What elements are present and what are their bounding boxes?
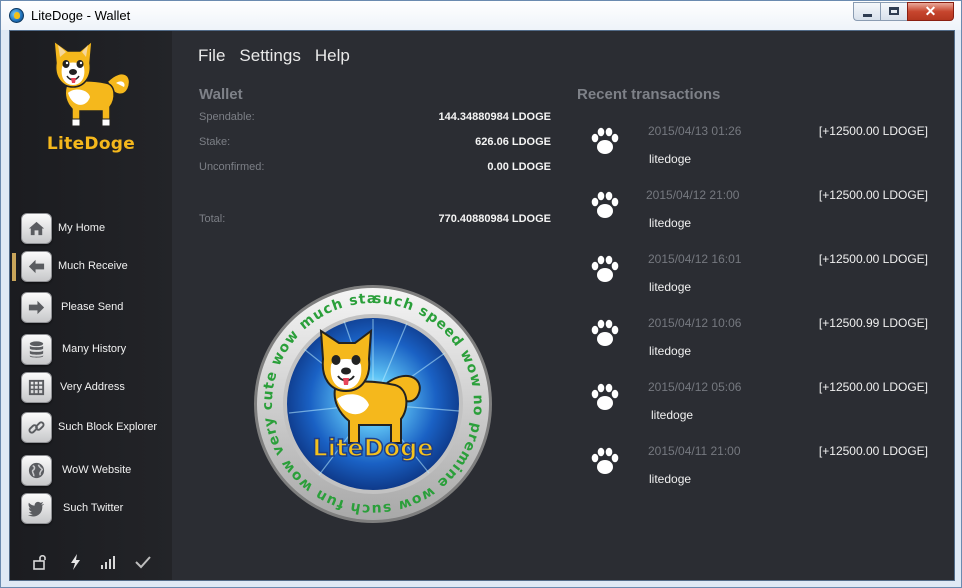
spendable-value: 144.34880984 LDOGE	[438, 111, 551, 123]
app-window: LiteDoge - Wallet ✕ LiteDoge My Home Muc…	[0, 0, 962, 588]
sidebar-item-please-send[interactable]: Please Send	[10, 290, 172, 326]
sidebar-item-label: Much Receive	[58, 260, 128, 272]
close-button[interactable]: ✕	[907, 2, 954, 21]
transaction-row[interactable]: 2015/04/11 21:00 [+12500.00 LDOGE] lited…	[588, 444, 940, 492]
sidebar-item-label: Please Send	[61, 301, 124, 313]
sidebar-item-label: My Home	[58, 222, 106, 234]
transaction-label: litedoge	[649, 344, 692, 358]
twitter-bird-icon	[21, 493, 52, 524]
unlocked-icon[interactable]	[31, 553, 49, 571]
transaction-row[interactable]: 2015/04/12 10:06 [+12500.99 LDOGE] lited…	[588, 316, 940, 364]
window-title: LiteDoge - Wallet	[31, 8, 131, 23]
transaction-date: 2015/04/11 21:00	[648, 444, 741, 458]
transaction-amount: [+12500.00 LDOGE]	[818, 252, 928, 266]
litedoge-logo: LiteDoge	[46, 37, 136, 155]
client-area: LiteDoge My Home Much Receive Please Sen…	[9, 30, 955, 581]
menu-bar: File Settings Help	[198, 46, 364, 66]
arrow-left-icon	[21, 251, 52, 282]
unconfirmed-value: 0.00 LDOGE	[487, 161, 551, 173]
paw-print-icon	[588, 316, 622, 350]
sidebar: LiteDoge My Home Much Receive Please Sen…	[10, 31, 172, 580]
coin-svg: such speed wow no premine wow such fun w…	[242, 271, 492, 523]
sidebar-item-label: Many History	[62, 343, 127, 355]
window-controls: ✕	[853, 2, 954, 21]
title-bar[interactable]: LiteDoge - Wallet ✕	[1, 1, 961, 30]
doge-mascot-icon	[53, 39, 131, 127]
sidebar-item-many-history[interactable]: Many History	[10, 332, 172, 368]
chain-link-icon	[21, 412, 52, 443]
stake-value: 626.06 LDOGE	[475, 136, 551, 148]
menu-file[interactable]: File	[198, 46, 225, 66]
litedoge-coin-image: such speed wow no premine wow such fun w…	[242, 271, 497, 525]
transaction-label: litedoge	[649, 472, 692, 486]
paw-print-icon	[588, 188, 622, 222]
menu-settings[interactable]: Settings	[239, 46, 300, 66]
sidebar-item-label: WoW Website	[62, 464, 132, 476]
transaction-amount: [+12500.00 LDOGE]	[818, 380, 928, 394]
sidebar-item-my-home[interactable]: My Home	[10, 211, 172, 247]
sidebar-item-such-twitter[interactable]: Such Twitter	[10, 491, 172, 527]
close-icon: ✕	[924, 3, 937, 19]
coin-center-text: LiteDoge	[312, 434, 433, 462]
status-bar	[10, 553, 172, 577]
total-value: 770.40880984 LDOGE	[438, 213, 551, 225]
sidebar-item-very-address[interactable]: Very Address	[10, 370, 172, 406]
globe-icon	[21, 455, 52, 486]
maximize-button[interactable]	[880, 2, 907, 21]
lightning-icon[interactable]	[67, 553, 85, 571]
transaction-label: litedoge	[649, 152, 692, 166]
address-book-icon	[21, 372, 52, 403]
transaction-amount: [+12500.00 LDOGE]	[818, 124, 928, 138]
menu-help[interactable]: Help	[315, 46, 350, 66]
transaction-date: 2015/04/12 21:00	[646, 188, 740, 202]
sidebar-item-label: Very Address	[60, 381, 125, 393]
transaction-amount: [+12500.00 LDOGE]	[818, 444, 928, 458]
transaction-label: litedoge	[649, 216, 692, 230]
transaction-row[interactable]: 2015/04/12 05:06 [+12500.00 LDOGE] lited…	[588, 380, 940, 428]
transaction-date: 2015/04/12 16:01	[648, 252, 742, 266]
recent-transactions-title: Recent transactions	[577, 86, 721, 103]
sidebar-item-label: Such Block Explorer	[58, 421, 158, 433]
paw-print-icon	[588, 380, 622, 414]
total-label: Total:	[199, 213, 226, 225]
paw-print-icon	[588, 252, 622, 286]
litedoge-app-icon	[9, 8, 24, 23]
spendable-label: Spendable:	[199, 111, 255, 123]
minimize-button[interactable]	[853, 2, 880, 21]
paw-print-icon	[588, 444, 622, 478]
paw-print-icon	[588, 124, 622, 158]
sidebar-item-label: Such Twitter	[63, 502, 124, 514]
minimize-icon	[863, 14, 872, 17]
wallet-title: Wallet	[199, 86, 243, 103]
transaction-date: 2015/04/13 01:26	[648, 124, 742, 138]
sidebar-item-such-block-explorer[interactable]: Such Block Explorer	[10, 410, 172, 446]
transaction-date: 2015/04/12 10:06	[648, 316, 742, 330]
transaction-label: litedoge	[649, 280, 692, 294]
transaction-amount: [+12500.00 LDOGE]	[818, 188, 928, 202]
signal-bars-icon[interactable]	[99, 553, 117, 571]
transaction-row[interactable]: 2015/04/12 16:01 [+12500.00 LDOGE] lited…	[588, 252, 940, 300]
home-icon	[21, 213, 52, 244]
transaction-row[interactable]: 2015/04/13 01:26 [+12500.00 LDOGE] lited…	[588, 124, 940, 172]
sidebar-item-much-receive[interactable]: Much Receive	[10, 249, 172, 285]
database-icon	[21, 334, 52, 365]
transaction-row[interactable]: 2015/04/12 21:00 [+12500.00 LDOGE] lited…	[588, 188, 940, 236]
stake-label: Stake:	[199, 136, 231, 148]
brand-name: LiteDoge	[46, 134, 136, 154]
transaction-date: 2015/04/12 05:06	[648, 380, 742, 394]
maximize-icon	[889, 7, 899, 15]
transaction-label: litedoge	[651, 408, 694, 422]
arrow-right-icon	[21, 292, 52, 323]
active-indicator	[12, 253, 16, 281]
unconfirmed-label: Unconfirmed:	[199, 161, 265, 173]
transaction-amount: [+12500.99 LDOGE]	[818, 316, 928, 330]
sidebar-item-wow-website[interactable]: WoW Website	[10, 453, 172, 489]
checkmark-icon[interactable]	[134, 553, 152, 571]
